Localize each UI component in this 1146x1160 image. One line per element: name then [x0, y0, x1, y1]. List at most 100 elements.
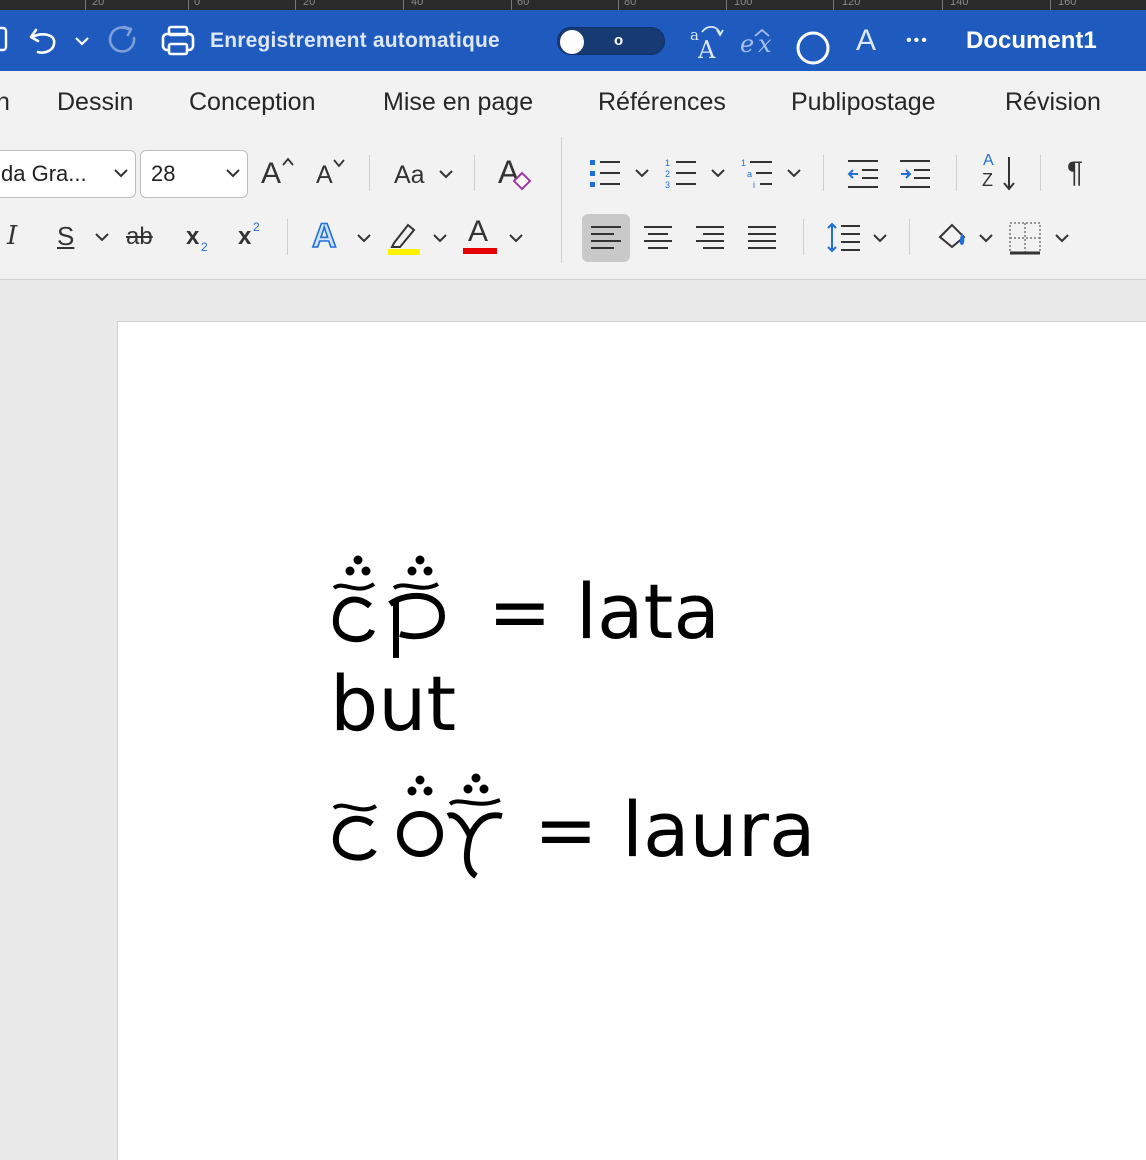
separator	[369, 155, 370, 191]
ruler-tick	[188, 0, 189, 10]
group-separator	[561, 137, 562, 263]
grow-font-icon[interactable]: A	[261, 159, 281, 189]
ruler-number: 140	[950, 0, 969, 8]
ruler-number: 160	[1058, 0, 1077, 8]
svg-text:i: i	[753, 180, 755, 190]
shrink-font-icon[interactable]: A	[316, 163, 333, 188]
chevron-down-icon[interactable]	[872, 232, 888, 246]
svg-text:2: 2	[665, 169, 670, 179]
chevron-down-icon[interactable]	[786, 167, 802, 181]
chevron-down-icon[interactable]	[1054, 232, 1070, 246]
shape-circle-icon[interactable]	[795, 30, 833, 68]
pilcrow-icon[interactable]: ¶	[1067, 158, 1083, 188]
align-right-icon[interactable]	[694, 222, 726, 254]
toggle-state-label: o	[614, 32, 624, 49]
tab-revision[interactable]: Révision	[1005, 71, 1101, 133]
document-page[interactable]: = lata but = laura	[117, 321, 1146, 1160]
horizontal-ruler: 20 0 20 40 60 80 100 120 140 160	[0, 0, 1146, 10]
separator	[909, 219, 910, 255]
grow-caret-icon	[282, 157, 294, 166]
shading-icon[interactable]	[936, 219, 972, 255]
line-2-text: but	[330, 659, 457, 748]
borders-icon[interactable]	[1008, 221, 1042, 255]
font-name-combo[interactable]: da Gra...	[0, 150, 136, 198]
justify-icon[interactable]	[746, 222, 778, 254]
separator	[1040, 155, 1041, 191]
undo-dropdown-chevron-icon[interactable]	[74, 35, 90, 47]
align-left-icon	[591, 226, 621, 249]
text-format-icon[interactable]: A	[856, 10, 876, 71]
superscript-button[interactable]: x 2	[238, 219, 268, 255]
chevron-down-icon[interactable]	[710, 167, 726, 181]
chevron-down-icon[interactable]	[113, 163, 129, 183]
print-icon[interactable]	[160, 24, 196, 58]
redo-icon[interactable]	[106, 24, 140, 58]
more-icon[interactable]: •••	[906, 10, 929, 71]
superscript-number: 2	[253, 220, 260, 234]
superscript-x: x	[238, 223, 252, 250]
equation-icon[interactable]: e x	[740, 26, 780, 58]
document-line-3[interactable]: = laura	[330, 772, 816, 882]
multilevel-list-icon[interactable]: 1ai	[740, 157, 774, 191]
sort-z-letter: Z	[982, 170, 993, 190]
chevron-down-icon[interactable]	[94, 231, 110, 245]
ruler-number: 60	[517, 0, 530, 8]
font-size-value: 28	[151, 161, 176, 186]
numbered-list-icon[interactable]: 123	[664, 157, 698, 191]
strikethrough-button[interactable]: ab	[126, 225, 153, 249]
text-effects-icon[interactable]: A	[311, 218, 337, 254]
line-spacing-icon[interactable]	[826, 221, 862, 255]
font-size-combo[interactable]: 28	[140, 150, 248, 198]
increase-indent-icon[interactable]	[898, 157, 932, 191]
document-title: Document1	[966, 26, 1097, 54]
chevron-down-icon[interactable]	[225, 163, 241, 183]
ruler-number: 120	[842, 0, 861, 8]
decrease-indent-icon[interactable]	[846, 157, 880, 191]
line-3-text: = laura	[534, 785, 816, 874]
svg-text:1: 1	[741, 158, 746, 168]
svg-text:e: e	[740, 30, 754, 58]
ruler-number: 0	[194, 0, 201, 8]
spelling-icon[interactable]: a A	[688, 24, 726, 62]
font-color-icon[interactable]: A	[463, 217, 497, 257]
change-case-icon[interactable]: Aa	[394, 163, 425, 188]
chevron-down-icon[interactable]	[438, 168, 454, 182]
document-line-1[interactable]: = lata	[330, 554, 720, 664]
tab-references[interactable]: Références	[598, 71, 726, 133]
undo-icon[interactable]	[28, 24, 62, 58]
align-left-button[interactable]	[582, 214, 630, 262]
chevron-down-icon[interactable]	[356, 232, 372, 246]
ribbon-tabs: n Dessin Conception Mise en page Référen…	[0, 71, 1146, 133]
separator	[287, 219, 288, 255]
chevron-down-icon[interactable]	[508, 232, 524, 246]
ruler-tick	[618, 0, 619, 10]
subscript-button[interactable]: x 2	[186, 223, 216, 259]
line-1-text: = lata	[488, 567, 720, 656]
save-icon[interactable]	[0, 26, 10, 54]
align-center-icon[interactable]	[642, 222, 674, 254]
tab-mise-en-page[interactable]: Mise en page	[383, 71, 533, 133]
svg-text:3: 3	[665, 180, 670, 190]
bullet-list-icon[interactable]	[588, 157, 622, 191]
tab-dessin[interactable]: Dessin	[57, 71, 133, 133]
document-canvas: = lata but = laura	[0, 281, 1146, 1160]
autosave-label: Enregistrement automatique	[210, 28, 500, 52]
ruler-number: 100	[734, 0, 753, 8]
document-line-2[interactable]: but	[330, 666, 456, 742]
highlight-icon[interactable]	[386, 219, 422, 255]
chevron-down-icon[interactable]	[634, 167, 650, 181]
ruler-tick	[726, 0, 727, 10]
shrink-caret-icon	[333, 159, 345, 168]
tab-conception[interactable]: Conception	[189, 71, 315, 133]
separator	[956, 155, 957, 191]
tab-publipostage[interactable]: Publipostage	[791, 71, 936, 133]
ruler-number: 80	[624, 0, 637, 8]
chevron-down-icon[interactable]	[978, 232, 994, 246]
chevron-down-icon[interactable]	[432, 232, 448, 246]
sort-icon[interactable]: A Z	[980, 153, 1020, 193]
italic-button[interactable]: I	[7, 223, 17, 249]
autosave-toggle[interactable]: o	[557, 27, 665, 55]
tab-partial[interactable]: n	[0, 71, 10, 133]
underline-button[interactable]: S	[57, 223, 74, 249]
clear-formatting-icon[interactable]: A	[496, 153, 536, 193]
